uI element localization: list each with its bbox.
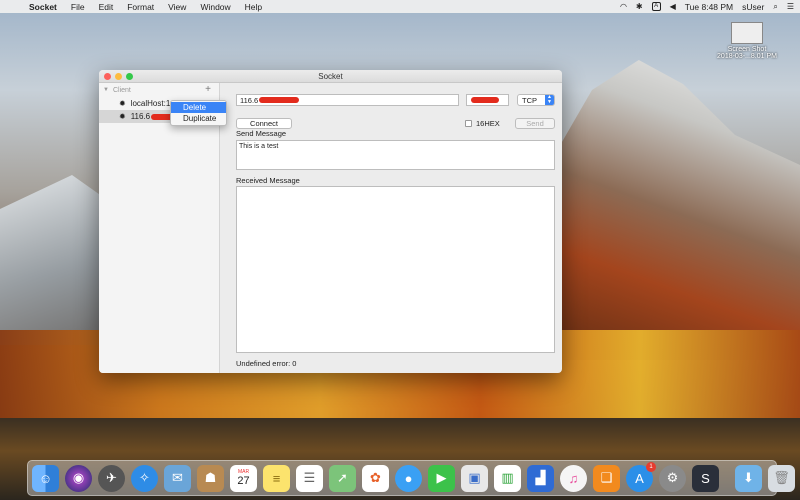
clock[interactable]: Tue 8:48 PM: [685, 2, 733, 12]
itunes-icon[interactable]: ♫: [560, 464, 587, 492]
menu-edit[interactable]: Edit: [92, 2, 121, 12]
menu-app-name[interactable]: Socket: [22, 2, 64, 12]
menu-item-delete[interactable]: Delete: [171, 102, 226, 113]
calendar-day: 27: [237, 475, 250, 487]
menu-item-duplicate[interactable]: Duplicate: [171, 113, 226, 124]
numbers-icon[interactable]: ▥: [494, 464, 521, 492]
bluetooth-icon[interactable]: ✱: [636, 2, 643, 11]
host-value: 116.6: [240, 96, 259, 105]
title-bar[interactable]: Socket: [99, 70, 562, 83]
mail-icon[interactable]: ✉: [164, 464, 191, 492]
wallpaper-mountain-right: [540, 60, 800, 360]
keynote-icon[interactable]: ▟: [527, 464, 554, 492]
input-source-icon[interactable]: A: [651, 2, 661, 11]
gear-icon: ✹: [119, 99, 126, 108]
screenshot-thumbnail-icon: [731, 22, 763, 44]
launchpad-icon[interactable]: ✈: [98, 464, 125, 492]
context-menu: Delete Duplicate: [170, 100, 227, 126]
hex-label: 16HEX: [476, 119, 500, 128]
send-button[interactable]: Send: [515, 118, 555, 129]
messages-icon[interactable]: ●: [395, 464, 422, 492]
menu-window[interactable]: Window: [193, 2, 237, 12]
minimize-icon[interactable]: [115, 73, 122, 80]
system-preferences-icon[interactable]: ⚙: [659, 464, 686, 492]
dock: ☺ ◉ ✈ ✧ ✉ ☗ MAR 27 ≡ ☰ ➚ ✿ ● ▶ ▣ ▥ ▟ ♫ ❑…: [27, 460, 795, 496]
sidebar-section-label: Client: [112, 86, 131, 94]
status-text: Undefined error: 0: [236, 359, 297, 368]
send-message-label: Send Message: [236, 129, 287, 138]
socket-app-icon[interactable]: S: [692, 464, 719, 492]
redaction-mark: [471, 97, 499, 103]
trash-icon[interactable]: 🗑: [768, 464, 795, 492]
connect-button[interactable]: Connect: [236, 118, 292, 129]
received-message-label: Received Message: [236, 176, 300, 185]
hex-checkbox[interactable]: [465, 120, 472, 127]
main-panel: 116.6 TCP ▲ ▼ Connect 16HEX Send Send Mes…: [221, 83, 562, 373]
port-input[interactable]: [466, 94, 509, 106]
traffic-lights: [104, 73, 133, 80]
window-title: Socket: [318, 72, 343, 81]
maps-icon[interactable]: ➚: [329, 464, 356, 492]
send-message-textarea[interactable]: This is a test: [236, 140, 555, 170]
received-message-textarea[interactable]: [236, 186, 555, 353]
contacts-icon[interactable]: ☗: [197, 464, 224, 492]
gear-icon: ✹: [119, 112, 126, 121]
protocol-select[interactable]: TCP ▲ ▼: [517, 94, 555, 106]
search-icon[interactable]: ⌕: [773, 2, 777, 12]
sidebar-section-client[interactable]: ▼ Client +: [99, 83, 219, 97]
redaction-mark: [259, 97, 300, 103]
app-store-badge: 1: [646, 461, 656, 472]
notes-icon[interactable]: ≡: [263, 464, 290, 492]
safari-icon[interactable]: ✧: [131, 464, 158, 492]
volume-icon[interactable]: ◀: [670, 2, 676, 11]
protocol-value: TCP: [522, 96, 537, 105]
facetime-icon[interactable]: ▶: [428, 464, 455, 492]
zoom-icon[interactable]: [126, 73, 133, 80]
downloads-folder-icon[interactable]: ⬇: [735, 464, 762, 492]
sidebar: ▼ Client + ✹ localHost:1 ✹ 116.6: [99, 83, 220, 373]
siri-icon[interactable]: ◉: [65, 464, 92, 492]
menu-view[interactable]: View: [161, 2, 193, 12]
close-icon[interactable]: [104, 73, 111, 80]
reminders-icon[interactable]: ☰: [296, 464, 323, 492]
chevron-updown-icon: ▲ ▼: [545, 95, 554, 105]
sidebar-item-label: localHost:1: [130, 99, 171, 108]
finder-icon[interactable]: ☺: [32, 464, 59, 492]
add-icon[interactable]: +: [205, 84, 211, 95]
app-store-icon[interactable]: A 1: [626, 461, 656, 492]
preview-icon[interactable]: ▣: [461, 464, 488, 492]
menu-format[interactable]: Format: [120, 2, 161, 12]
disclosure-triangle-icon[interactable]: ▼: [103, 87, 109, 93]
notification-center-icon[interactable]: ☰: [787, 2, 794, 11]
user-name[interactable]: sUser: [742, 2, 764, 12]
sidebar-item-label: 116.6: [130, 112, 151, 121]
wifi-icon[interactable]: ◠: [620, 2, 627, 11]
host-input[interactable]: 116.6: [236, 94, 459, 106]
desktop-file[interactable]: Screen Shot 2018-03-...8.01 PM: [712, 22, 782, 60]
calendar-icon[interactable]: MAR 27: [230, 464, 257, 492]
menu-file[interactable]: File: [64, 2, 92, 12]
menu-bar: Socket File Edit Format View Window Help…: [0, 0, 800, 13]
desktop-file-date: 2018-03-...8.01 PM: [717, 53, 777, 60]
status-area: ◠ ✱ A ◀ Tue 8:48 PM sUser ⌕ ☰: [620, 0, 794, 13]
socket-window: Socket ▼ Client + ✹ localHost:1 ✹ 116.6 …: [99, 70, 562, 373]
photos-icon[interactable]: ✿: [362, 464, 389, 492]
desktop-file-name: Screen Shot: [727, 46, 767, 53]
menu-help[interactable]: Help: [238, 2, 269, 12]
ibooks-icon[interactable]: ❑: [593, 464, 620, 492]
